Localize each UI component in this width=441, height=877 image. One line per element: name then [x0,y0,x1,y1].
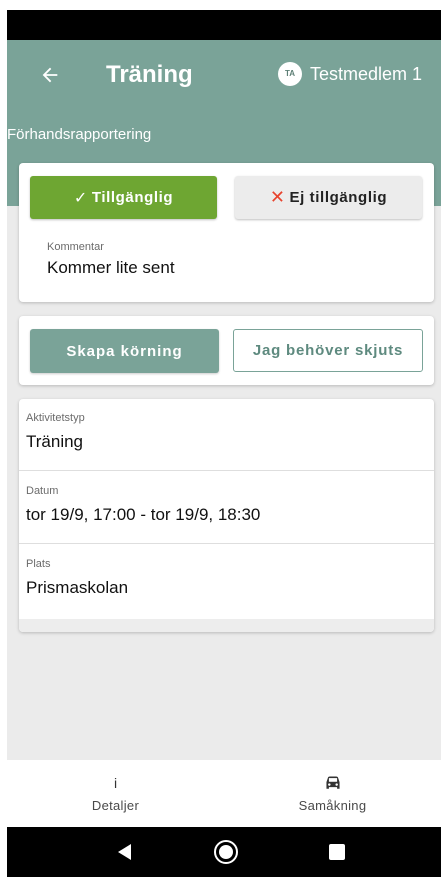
recent-apps-icon[interactable] [329,844,345,860]
user-name: Testmedlem 1 [310,63,423,84]
comment-field[interactable]: Kommer lite sent [47,258,175,278]
detail-label: Aktivitetstyp [26,412,85,424]
unavailable-button-label: Ej tillgänglig [289,189,388,206]
carpool-card: Skapa körning Jag behöver skjuts [19,316,434,385]
detail-label: Datum [26,485,59,497]
nav-item-carpool[interactable]: Samåkning [224,760,441,827]
card-footer [19,619,434,632]
bottom-nav: i Detaljer Samåkning [7,760,441,827]
status-bar [7,10,441,40]
detail-value: Prismaskolan [26,578,129,597]
car-icon [323,774,343,792]
available-button[interactable]: ✓ Tillgänglig [30,176,217,219]
nav-label: Samåkning [298,798,367,813]
nav-item-details[interactable]: i Detaljer [7,760,224,827]
app-frame: Träning TA Testmedlem 1 Förhandsrapporte… [7,40,441,827]
detail-row-activity-type: Aktivitetstyp Träning [19,399,434,471]
detail-value: tor 19/9, 17:00 - tor 19/9, 18:30 [26,505,261,524]
availability-card: ✓ Tillgänglig ✕ Ej tillgänglig Kommentar… [19,163,434,302]
unavailable-button[interactable]: ✕ Ej tillgänglig [235,176,422,219]
page-title: Träning [106,61,193,88]
top-margin [0,0,441,10]
detail-row-location: Plats Prismaskolan [19,545,434,617]
detail-value: Träning [26,432,84,451]
nav-label: Detaljer [91,798,140,813]
detail-row-date: Datum tor 19/9, 17:00 - tor 19/9, 18:30 [19,472,434,544]
info-icon: i [113,775,118,791]
available-button-label: Tillgänglig [91,189,174,206]
detail-label: Plats [26,558,51,570]
back-button[interactable] [33,58,67,92]
check-icon: ✓ [73,189,88,207]
details-card: Aktivitetstyp Träning Datum tor 19/9, 17… [19,399,434,632]
create-ride-button[interactable]: Skapa körning [30,329,219,373]
page-subtitle: Förhandsrapportering [7,126,152,143]
avatar: TA [278,62,302,86]
home-icon[interactable] [214,840,238,864]
arrow-left-icon [42,67,58,83]
system-nav-bar [7,827,441,877]
need-ride-button[interactable]: Jag behöver skjuts [233,329,423,372]
back-icon[interactable] [118,844,131,860]
user-menu[interactable]: TA Testmedlem 1 [278,59,422,89]
close-icon: ✕ [269,187,286,207]
comment-label: Kommentar [47,241,104,253]
phone-screen: Träning TA Testmedlem 1 Förhandsrapporte… [0,0,441,877]
